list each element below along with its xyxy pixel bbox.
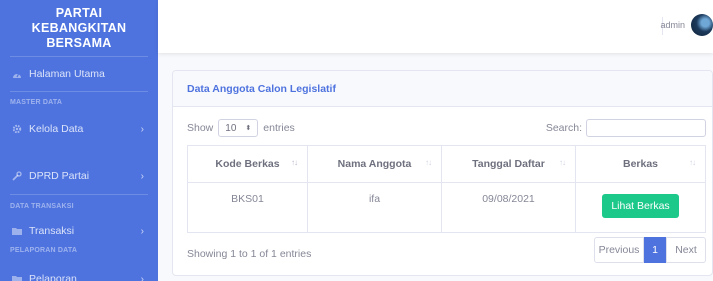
table-row: BKS01 ifa 09/08/2021 Lihat Berkas	[187, 182, 706, 233]
sidebar-item-transaksi[interactable]: Transaksi ›	[0, 219, 158, 243]
chevron-right-icon: ›	[140, 273, 144, 281]
cell-nama-anggota: ifa	[307, 182, 442, 233]
data-table: Kode Berkas ↑↓ Nama Anggota ↑↓ Tanggal D…	[187, 145, 706, 233]
lihat-berkas-button[interactable]: Lihat Berkas	[602, 194, 679, 218]
next-page-button[interactable]: Next	[666, 237, 706, 263]
cell-tanggal-daftar: 09/08/2021	[441, 182, 576, 233]
chevron-right-icon: ›	[140, 123, 144, 135]
entries-select-value: 10	[225, 122, 237, 134]
sidebar-heading-transaksi: DATA TRANSAKSI	[10, 203, 74, 210]
column-header-kode-berkas[interactable]: Kode Berkas ↑↓	[187, 145, 308, 183]
brand-line-3: BERSAMA	[46, 35, 112, 50]
chevron-right-icon: ›	[140, 225, 144, 237]
folder-icon	[10, 275, 24, 281]
cell-berkas: Lihat Berkas	[575, 182, 706, 233]
entries-length-control: Show 10 ⬍ entries	[187, 119, 295, 137]
select-arrows-icon: ⬍	[245, 125, 252, 132]
card-header: Data Anggota Calon Legislatif	[173, 71, 712, 107]
show-label: Show	[187, 122, 214, 134]
sidebar-item-label: DPRD Partai	[29, 170, 90, 182]
chevron-right-icon: ›	[140, 170, 144, 182]
pagination: Previous 1 Next	[594, 237, 706, 263]
search-control: Search:	[546, 119, 706, 137]
sidebar-item-halaman-utama[interactable]: Halaman Utama	[0, 57, 158, 91]
sidebar-item-label: Pelaporan	[29, 273, 77, 281]
sidebar: PARTAI KEBANGKITAN BERSAMA Halaman Utama…	[0, 0, 158, 281]
brand-line-1: PARTAI	[55, 5, 103, 20]
column-header-label: Berkas	[622, 158, 659, 170]
sort-icon: ↑↓	[291, 158, 298, 167]
table-info: Showing 1 to 1 of 1 entries	[187, 248, 312, 260]
search-input[interactable]	[586, 119, 706, 137]
cog-icon	[10, 124, 24, 134]
previous-page-button[interactable]: Previous	[594, 237, 644, 263]
wrench-icon	[10, 171, 24, 181]
sidebar-item-label: Halaman Utama	[29, 68, 105, 80]
column-header-nama-anggota[interactable]: Nama Anggota ↑↓	[307, 145, 442, 183]
sidebar-item-label: Kelola Data	[29, 123, 84, 135]
sidebar-item-label: Transaksi	[29, 225, 75, 237]
entries-select[interactable]: 10 ⬍	[218, 119, 259, 137]
column-header-label: Kode Berkas	[215, 158, 280, 170]
sort-icon: ↑↓	[689, 158, 696, 167]
column-header-tanggal-daftar[interactable]: Tanggal Daftar ↑↓	[441, 145, 576, 183]
avatar	[691, 14, 713, 36]
search-label: Search:	[545, 122, 582, 134]
sidebar-item-dprd-partai[interactable]: DPRD Partai ›	[0, 158, 158, 194]
table-header-row: Kode Berkas ↑↓ Nama Anggota ↑↓ Tanggal D…	[187, 145, 706, 183]
entries-label: entries	[263, 122, 295, 134]
sidebar-item-pelaporan[interactable]: Pelaporan ›	[0, 265, 158, 281]
column-header-label: Tanggal Daftar	[472, 158, 545, 170]
sidebar-heading-master: MASTER DATA	[10, 99, 63, 106]
column-header-berkas[interactable]: Berkas ↑↓	[575, 145, 706, 183]
user-menu[interactable]: admin	[660, 14, 713, 36]
cell-kode-berkas: BKS01	[187, 182, 308, 233]
topbar: admin	[158, 0, 713, 53]
folder-icon	[10, 227, 24, 235]
sort-icon: ↑↓	[559, 158, 566, 167]
sidebar-item-kelola-data[interactable]: Kelola Data ›	[0, 114, 158, 144]
tachometer-icon	[10, 70, 24, 79]
data-card: Data Anggota Calon Legislatif Show 10 ⬍ …	[172, 70, 713, 276]
sidebar-heading-laporan: PELAPORAN DATA	[10, 247, 78, 254]
page-1-button[interactable]: 1	[644, 237, 666, 263]
sort-icon: ↑↓	[425, 158, 432, 167]
column-header-label: Nama Anggota	[337, 158, 412, 170]
brand-line-2: KEBANGKITAN	[31, 20, 127, 35]
card-title: Data Anggota Calon Legislatif	[187, 82, 336, 95]
sidebar-brand[interactable]: PARTAI KEBANGKITAN BERSAMA	[0, 0, 158, 56]
user-name: admin	[660, 20, 685, 30]
